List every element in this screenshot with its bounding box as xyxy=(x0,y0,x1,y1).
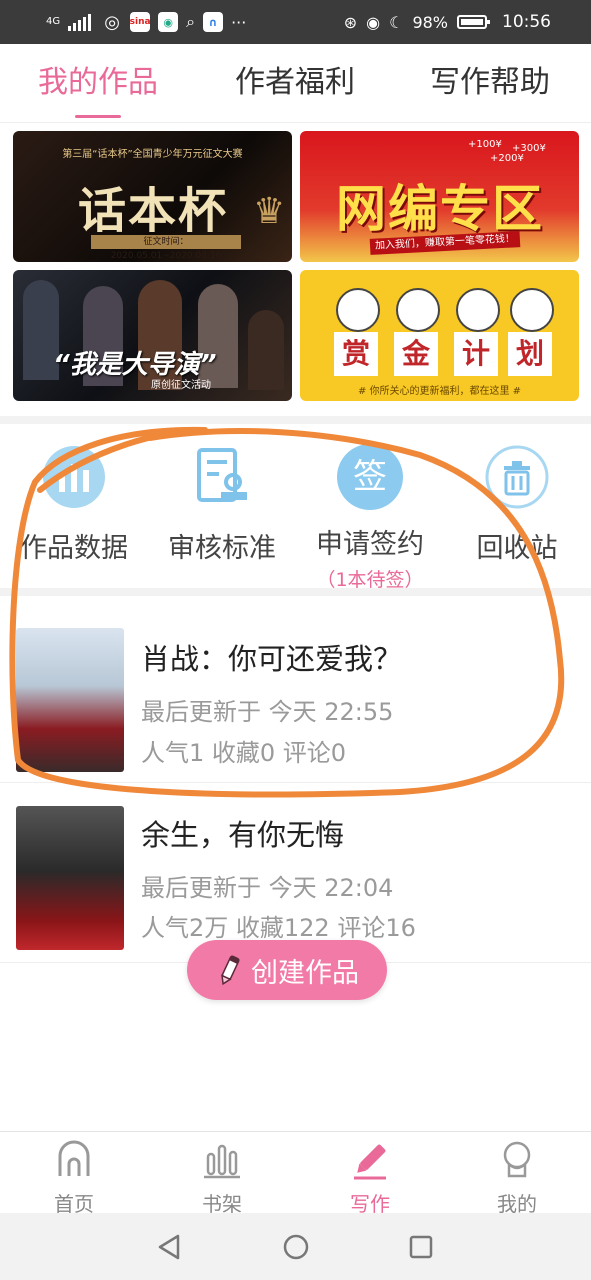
section-divider xyxy=(0,416,591,424)
tab-writing-help[interactable]: 写作帮助 xyxy=(410,44,570,122)
cat-icon xyxy=(396,288,440,332)
action-label: 申请签约 xyxy=(316,529,424,560)
nav-write[interactable]: 写作 xyxy=(296,1132,444,1216)
battery-percent: 98% xyxy=(412,12,448,32)
document-stamp-icon xyxy=(197,448,247,502)
profile-icon xyxy=(503,1141,531,1178)
status-right: ⊛ ◉ ☾ 98% 10:56 xyxy=(344,0,551,44)
nav-mine[interactable]: 我的 xyxy=(443,1132,591,1216)
action-apply-contract[interactable]: 签 申请签约 （1本待签） xyxy=(296,436,444,596)
banner-subtitle: 原创征文活动 xyxy=(151,380,211,391)
tab-label: 作者福利 xyxy=(235,65,355,100)
pencil-icon xyxy=(221,955,240,986)
sina-app-icon: sina xyxy=(130,12,151,32)
create-work-button[interactable]: 创建作品 xyxy=(187,940,387,1000)
create-button-label: 创建作品 xyxy=(251,957,359,989)
system-navigation-bar xyxy=(0,1213,591,1280)
banner-subtitle: 第三届“话本杯”全国青少年万元征文大赛 xyxy=(62,149,243,160)
home-icon xyxy=(58,1140,90,1176)
banner-web-editor-zone[interactable]: +100¥ +300¥ +200¥ 网编专区 加入我们，赚取第一笔零花钱！ xyxy=(300,131,579,262)
signal-icon xyxy=(68,13,94,31)
pen-icon xyxy=(354,1144,386,1180)
banner-bonus-1: +100¥ xyxy=(468,139,502,150)
banner-char: 计 xyxy=(454,332,498,376)
banner-title: 话本杯 xyxy=(77,183,228,239)
trophy-icon: ♛ xyxy=(253,191,286,232)
cat-icon xyxy=(510,288,554,332)
tab-my-works[interactable]: 我的作品 xyxy=(18,44,178,122)
tab-active-indicator xyxy=(75,115,121,118)
eye-icon: ◉ xyxy=(366,12,381,32)
work-item[interactable]: 余生，有你无悔 最后更新于 今天 22:04 人气2万 收藏122 评论16 xyxy=(0,792,591,963)
work-title: 肖战：你可还爱我？ xyxy=(141,642,403,676)
status-left: 4G ◎ sina ◉ ⌕ ∩ ··· xyxy=(46,0,246,44)
banner-huaben-cup[interactable]: 第三届“话本杯”全国青少年万元征文大赛 话本杯 征文时间：2020.05.01~… xyxy=(13,131,292,262)
vibrate-icon: ⊛ xyxy=(343,12,358,32)
tab-author-benefits[interactable]: 作者福利 xyxy=(215,44,375,122)
action-label: 作品数据 xyxy=(20,533,128,564)
clock: 10:56 xyxy=(502,12,551,32)
wechat-icon: ◎ xyxy=(104,11,120,33)
network-type: 4G xyxy=(46,16,61,27)
bottom-navigation: 首页 书架 写作 我的 xyxy=(0,1131,591,1216)
book-cover-image xyxy=(16,628,124,772)
bar-chart-icon xyxy=(43,446,105,508)
banner-bonus-3: +200¥ xyxy=(490,153,524,164)
banner-director[interactable]: “我是大导演” 原创征文活动 xyxy=(13,270,292,401)
action-review-standards[interactable]: 审核标准 xyxy=(148,436,296,596)
cat-icon xyxy=(456,288,500,332)
work-item[interactable]: 肖战：你可还爱我？ 最后更新于 今天 22:55 人气1 收藏0 评论0 xyxy=(0,612,591,783)
sign-icon: 签 xyxy=(337,444,403,510)
work-updated: 最后更新于 今天 22:04 xyxy=(141,874,394,902)
tab-label: 写作帮助 xyxy=(430,65,550,100)
app-notification-icon: ◉ xyxy=(158,12,179,32)
work-updated: 最后更新于 今天 22:55 xyxy=(141,698,394,726)
banner-bounty-plan[interactable]: 赏 金 计 划 # 你所关心的更新福利，都在这里 # xyxy=(300,270,579,401)
section-divider xyxy=(0,588,591,596)
nav-home[interactable]: 首页 xyxy=(0,1132,148,1216)
bookshelf-icon xyxy=(204,1144,240,1179)
banner-title: 网编专区 xyxy=(336,180,544,238)
work-title: 余生，有你无悔 xyxy=(141,818,345,852)
browser-icon: ∩ xyxy=(203,12,224,32)
work-stats: 人气1 收藏0 评论0 xyxy=(141,739,347,767)
action-label: 审核标准 xyxy=(168,533,276,564)
action-recycle-bin[interactable]: 回收站 xyxy=(443,436,591,596)
moon-icon: ☾ xyxy=(389,12,404,32)
banner-char: 金 xyxy=(394,332,438,376)
search-icon: ⌕ xyxy=(186,12,196,31)
tab-label: 我的作品 xyxy=(38,65,158,100)
recent-apps-icon[interactable] xyxy=(408,1234,434,1260)
action-work-data[interactable]: 作品数据 xyxy=(0,436,148,596)
banner-subtitle: # 你所关心的更新福利，都在这里 # xyxy=(357,386,522,397)
work-stats: 人气2万 收藏122 评论16 xyxy=(141,914,416,942)
banner-char: 划 xyxy=(508,332,552,376)
status-bar: 4G ◎ sina ◉ ⌕ ∩ ··· ⊛ ◉ ☾ 98% 10:56 xyxy=(0,0,591,44)
more-icon: ··· xyxy=(231,12,247,32)
banner-char: 赏 xyxy=(334,332,378,376)
trash-icon xyxy=(485,445,549,509)
home-circle-icon[interactable] xyxy=(282,1233,310,1261)
nav-bookshelf[interactable]: 书架 xyxy=(148,1132,296,1216)
cat-icon xyxy=(336,288,380,332)
back-icon[interactable] xyxy=(156,1233,182,1261)
banner-date: 征文时间：2020.05.01~2020.08.10 xyxy=(91,235,241,261)
action-label: 回收站 xyxy=(476,533,558,564)
top-tabs: 我的作品 作者福利 写作帮助 xyxy=(0,44,591,123)
battery-icon xyxy=(457,15,490,29)
book-cover-image xyxy=(16,806,124,950)
